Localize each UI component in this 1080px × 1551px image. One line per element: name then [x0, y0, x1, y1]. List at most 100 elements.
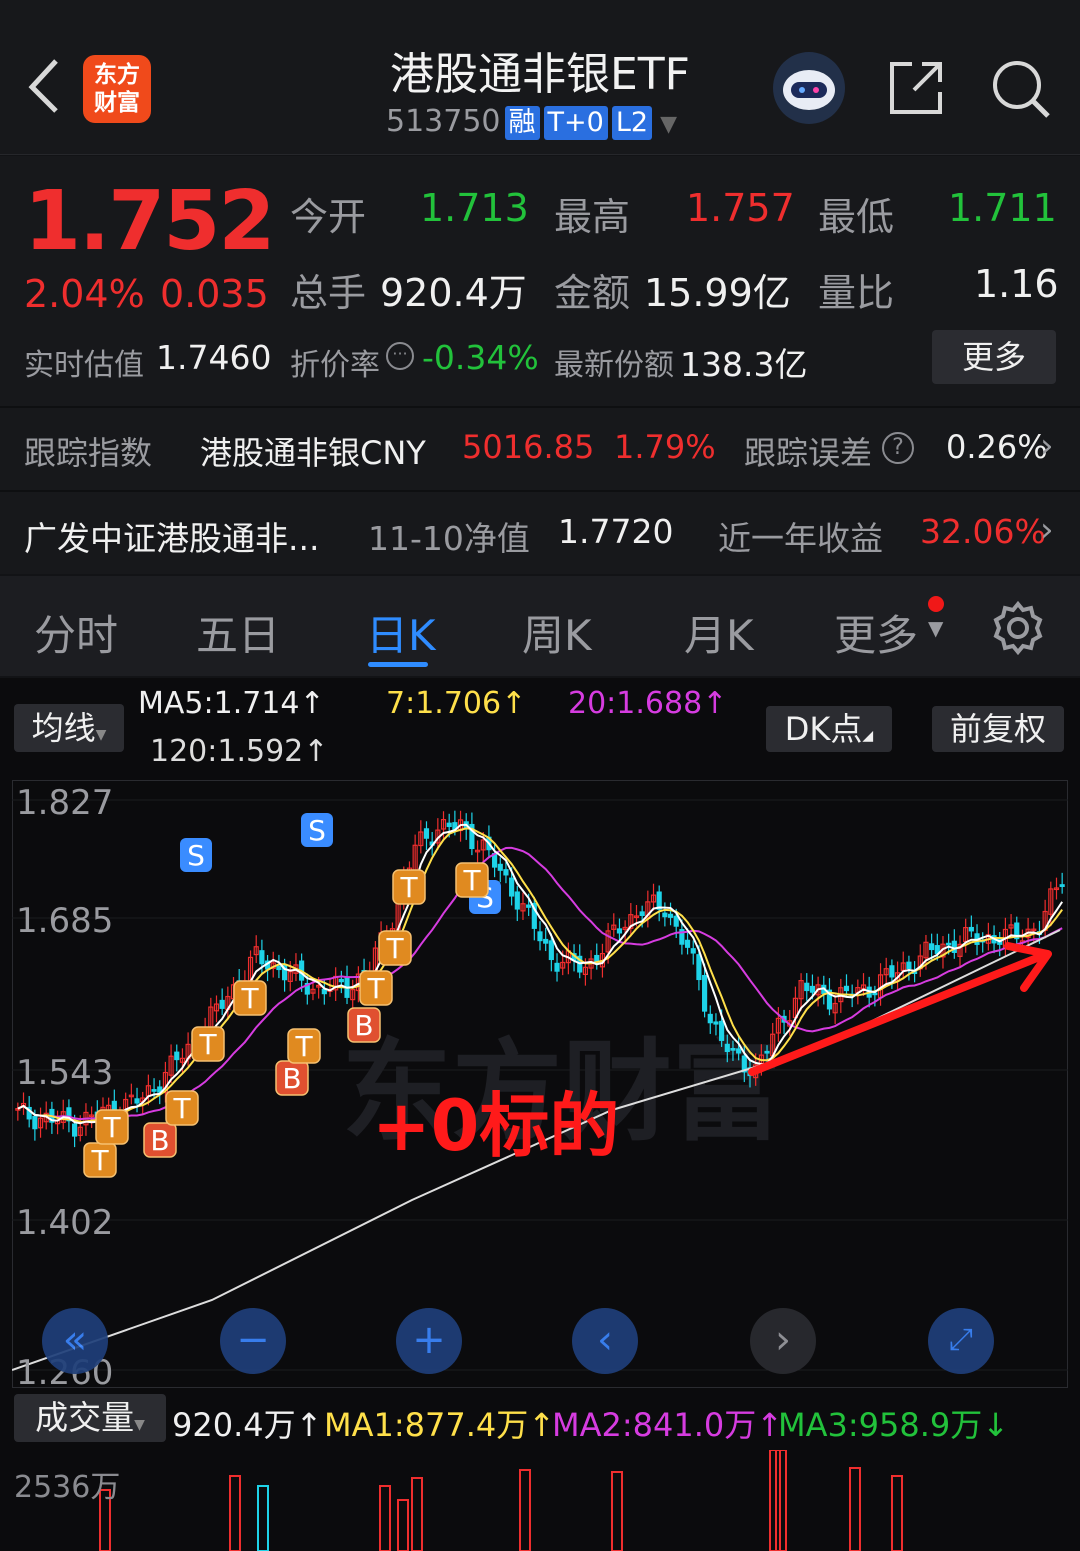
- volume-ma1: MA1:877.4万↑: [324, 1406, 556, 1444]
- volume-select[interactable]: 成交量▼: [14, 1394, 166, 1442]
- t-trade-marker: T: [233, 980, 267, 1016]
- svg-text:T: T: [240, 982, 259, 1015]
- tab-weekly-k[interactable]: 周K: [522, 602, 592, 663]
- rewind-icon[interactable]: «: [42, 1308, 108, 1374]
- search-icon[interactable]: [990, 58, 1052, 120]
- y-tick-label: 1.685: [16, 901, 113, 941]
- fund-row[interactable]: 广发中证港股通非... 11-10净值 1.7720 近一年收益 32.06% …: [0, 492, 1080, 574]
- candle-down: [219, 999, 225, 1009]
- candle-down: [809, 985, 816, 993]
- tab-daily-k[interactable]: 日K: [366, 602, 436, 663]
- buy-marker: B: [143, 1122, 177, 1158]
- tracking-label: 跟踪指数: [24, 434, 153, 472]
- volume-bar: [891, 1475, 903, 1551]
- help-icon[interactable]: ?: [882, 432, 914, 464]
- candle-down: [951, 940, 957, 953]
- logo-line2: 财富: [94, 90, 140, 116]
- sell-marker: S: [301, 813, 333, 847]
- chevron-down-icon[interactable]: ▼: [660, 112, 677, 137]
- back-icon[interactable]: [22, 55, 66, 115]
- candle-down: [872, 992, 878, 996]
- tag-t0: T+0: [543, 105, 608, 140]
- dk-point-button[interactable]: DK点◢: [766, 706, 892, 752]
- volume-plot: [99, 1450, 903, 1551]
- tracking-value: 5016.85: [462, 428, 595, 466]
- page-title: 港股通非银ETF: [390, 49, 690, 100]
- share-icon[interactable]: [886, 58, 946, 118]
- t-trade-marker: T: [359, 970, 393, 1006]
- corner-caret-icon: ◢: [862, 728, 874, 744]
- volume-today: 920.4万↑: [172, 1406, 323, 1444]
- indicator-select[interactable]: 均线▼: [14, 704, 124, 752]
- t-trade-marker: T: [191, 1026, 225, 1062]
- svg-text:T: T: [399, 871, 418, 904]
- tracking-row[interactable]: 跟踪指数 港股通非银CNY 5016.85 1.79% 跟踪误差 ? 0.26%…: [0, 408, 1080, 490]
- info-icon[interactable]: ···: [386, 342, 414, 370]
- zoom-in-icon[interactable]: +: [396, 1308, 462, 1374]
- tag-l2: L2: [611, 105, 653, 140]
- candle-down: [338, 978, 344, 983]
- volume-label: 总手: [290, 271, 367, 315]
- quote-panel: 1.752 2.04% 0.035 今开 1.713 最高 1.757 最低 1…: [0, 156, 1080, 406]
- svg-text:T: T: [198, 1028, 217, 1061]
- ma120-value: 120:1.592↑: [150, 734, 329, 769]
- candle-down: [543, 938, 549, 944]
- last-price: 1.752: [24, 174, 275, 269]
- adjust-button[interactable]: 前复权: [932, 706, 1064, 752]
- volume-bar: [849, 1467, 861, 1551]
- shares-label: 最新份额: [554, 348, 674, 383]
- fund-name: 广发中证港股通非...: [24, 519, 320, 558]
- svg-text:B: B: [282, 1062, 301, 1095]
- settings-gear-icon[interactable]: [990, 600, 1046, 656]
- more-button[interactable]: 更多: [932, 330, 1056, 384]
- low-value: 1.711: [948, 186, 1057, 230]
- tracking-index: 港股通非银CNY: [200, 434, 426, 472]
- next-icon[interactable]: ›: [750, 1308, 816, 1374]
- candle-down: [134, 1098, 140, 1104]
- candle-down: [259, 950, 265, 965]
- prev-icon[interactable]: ‹: [572, 1308, 638, 1374]
- volume-ma2: MA2:841.0万↑: [552, 1406, 784, 1444]
- low-label: 最低: [818, 195, 895, 239]
- tracking-error-label: 跟踪误差: [744, 434, 873, 472]
- candle-down: [702, 974, 708, 1012]
- sell-marker: S: [180, 838, 212, 872]
- candle-down: [804, 982, 810, 992]
- candle-down: [673, 915, 679, 927]
- candle-down: [537, 931, 543, 942]
- tab-monthly-k[interactable]: 月K: [684, 602, 754, 663]
- candle-down: [509, 877, 515, 897]
- iopv-label: 实时估值: [24, 348, 144, 383]
- candle-down: [929, 943, 935, 951]
- robot-assistant-icon[interactable]: [773, 52, 845, 124]
- kline-chart[interactable]: 均线▼ MA5:1.714↑ 7:1.706↑ 20:1.688↑ 120:1.…: [0, 678, 1080, 1551]
- volume-bar: [257, 1485, 269, 1551]
- svg-text:T: T: [462, 864, 481, 897]
- app-logo[interactable]: 东方 财富: [83, 55, 151, 123]
- caret-down-icon[interactable]: ▼: [928, 616, 943, 640]
- volume-axis-max: 2536万: [14, 1470, 121, 1505]
- caret-down-icon: ▼: [95, 727, 107, 743]
- chevron-right-icon[interactable]: ›: [1040, 426, 1054, 466]
- volume-bar: [611, 1471, 623, 1551]
- return-label: 近一年收益: [718, 519, 883, 558]
- tab-intraday[interactable]: 分时: [34, 602, 118, 663]
- volume-bar: [411, 1477, 423, 1551]
- candle-down: [514, 891, 520, 910]
- fullscreen-icon[interactable]: ⤢: [928, 1308, 994, 1374]
- return-value: 32.06%: [920, 512, 1046, 551]
- ratio-value: 1.16: [974, 262, 1059, 306]
- candle-down: [548, 940, 554, 961]
- amount-value: 15.99亿: [644, 271, 791, 315]
- tab-more[interactable]: 更多: [834, 602, 918, 663]
- t-trade-marker: T: [378, 930, 412, 966]
- premium-value: -0.34%: [422, 338, 539, 377]
- candle-down: [174, 1051, 180, 1061]
- chevron-right-icon[interactable]: ›: [1040, 510, 1054, 550]
- candle-down: [503, 869, 509, 876]
- tab-five-day[interactable]: 五日: [196, 602, 280, 663]
- caret-down-icon: ▼: [134, 1417, 145, 1433]
- zoom-out-icon[interactable]: −: [220, 1308, 286, 1374]
- volume-ma3: MA3:958.9万↓: [778, 1406, 1010, 1444]
- candle-down: [707, 1013, 713, 1024]
